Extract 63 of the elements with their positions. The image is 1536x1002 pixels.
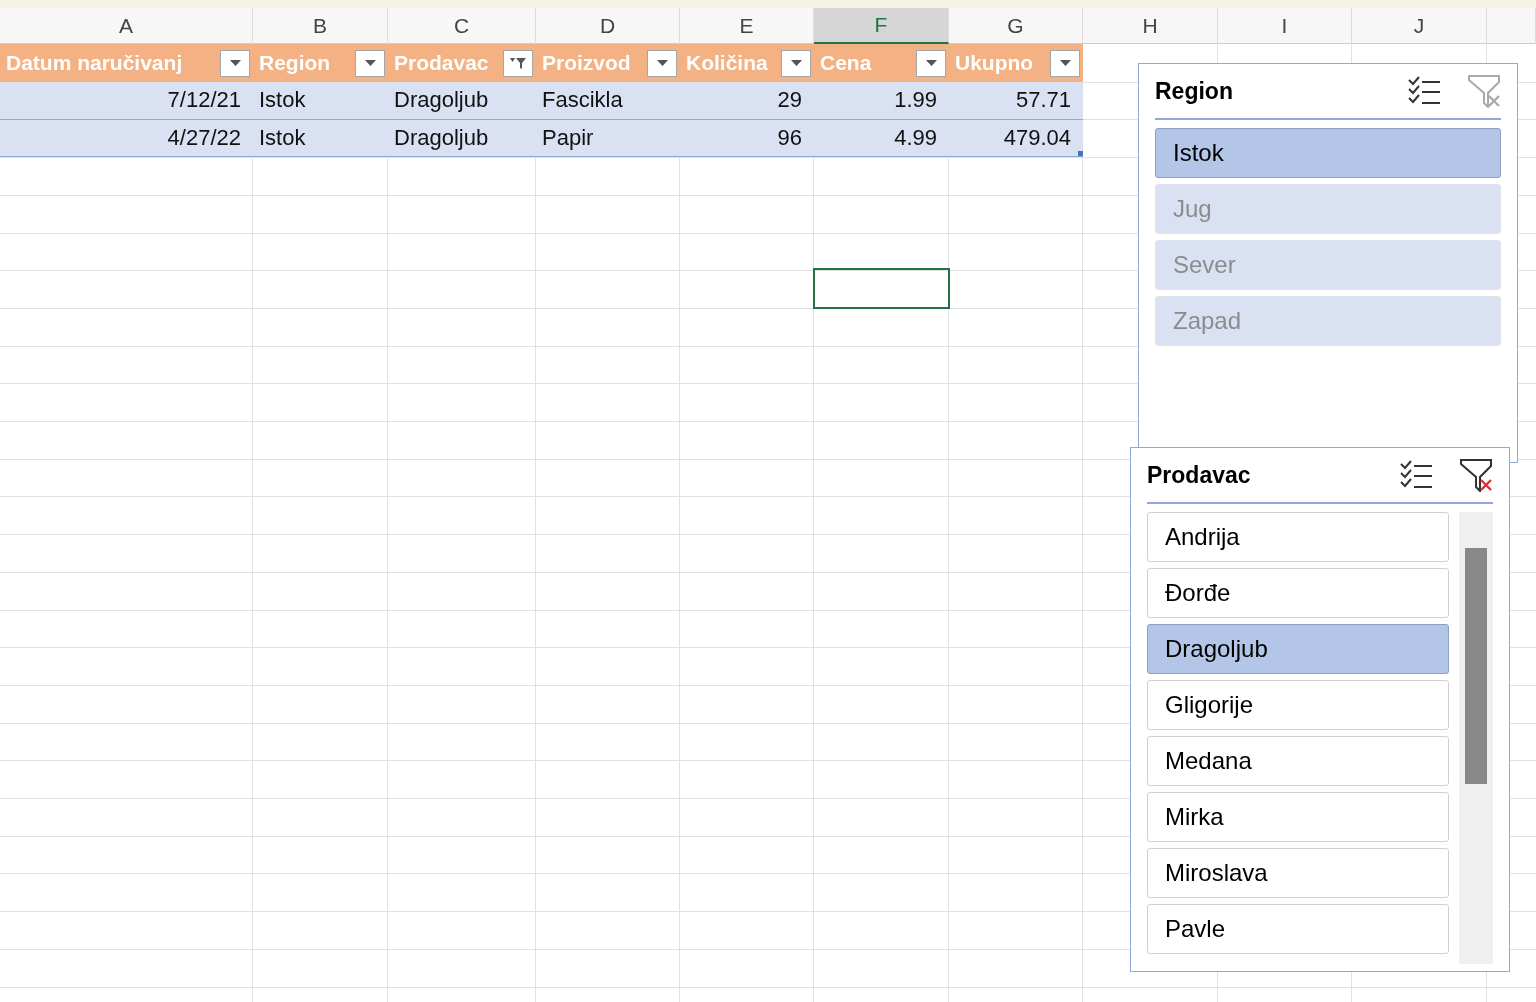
clear-filter-icon[interactable]	[1459, 458, 1493, 492]
slicer-item[interactable]: Medana	[1147, 736, 1449, 786]
filter-dropdown-button[interactable]	[503, 49, 533, 77]
filter-dropdown-button[interactable]	[220, 49, 250, 77]
table-header-cell: Region	[253, 44, 388, 82]
multi-select-icon[interactable]	[1399, 460, 1433, 490]
caret-icon	[229, 60, 241, 66]
slicer-item[interactable]: Pavle	[1147, 904, 1449, 954]
table-cell: 4.99	[894, 125, 937, 152]
slicer-item[interactable]: Miroslava	[1147, 848, 1449, 898]
filter-dropdown-button[interactable]	[781, 49, 811, 77]
caret-icon	[656, 60, 668, 66]
caret-icon	[790, 60, 802, 66]
table-cell: 4/27/22	[167, 125, 241, 152]
table-cell: 7/12/21	[167, 87, 241, 114]
table-cell: Dragoljub	[394, 125, 489, 152]
scrollbar-thumb[interactable]	[1465, 548, 1487, 784]
caret-icon	[925, 60, 937, 66]
resize-handle-icon[interactable]	[1078, 151, 1083, 157]
table-cell: Istok	[259, 125, 306, 152]
column-header[interactable]: B	[253, 8, 388, 44]
table-cell: 29	[777, 87, 802, 114]
slicer-item[interactable]: Gligorije	[1147, 680, 1449, 730]
slicer-item[interactable]: Dragoljub	[1147, 624, 1449, 674]
filter-icon	[509, 56, 527, 70]
table-cell: 96	[777, 125, 802, 152]
column-header[interactable]: G	[949, 8, 1083, 44]
filter-dropdown-button[interactable]	[1050, 49, 1080, 77]
column-header[interactable]: E	[680, 8, 814, 44]
table-cell: 57.71	[1015, 87, 1071, 114]
slicer-title: Prodavac	[1147, 461, 1252, 489]
table-header-cell: Količina	[680, 44, 814, 82]
filter-dropdown-button[interactable]	[647, 49, 677, 77]
table-header-cell: Datum naručivanj	[0, 44, 253, 82]
slicer-item[interactable]: Mirka	[1147, 792, 1449, 842]
table-header-cell: Prodavac	[388, 44, 536, 82]
multi-select-icon[interactable]	[1407, 76, 1441, 106]
column-header[interactable]: F	[814, 8, 949, 44]
active-cell[interactable]	[813, 268, 950, 309]
table-cell: Dragoljub	[394, 87, 489, 114]
table-header-cell: Proizvod	[536, 44, 680, 82]
caret-icon	[364, 60, 376, 66]
column-header[interactable]: D	[536, 8, 680, 44]
scrollbar[interactable]	[1459, 512, 1493, 964]
table-header-cell: Ukupno	[949, 44, 1083, 82]
column-header[interactable]: A	[0, 8, 253, 44]
table-cell: 1.99	[894, 87, 937, 114]
slicer-item[interactable]: Istok	[1155, 128, 1501, 178]
column-header[interactable]: C	[388, 8, 536, 44]
slicer-item[interactable]: Andrija	[1147, 512, 1449, 562]
column-header[interactable]: H	[1083, 8, 1218, 44]
slicer-title: Region	[1155, 77, 1234, 105]
column-header[interactable]: I	[1218, 8, 1352, 44]
table-cell: Fascikla	[542, 87, 623, 114]
caret-icon	[1059, 60, 1071, 66]
filter-dropdown-button[interactable]	[355, 49, 385, 77]
slicer-item[interactable]: Đorđe	[1147, 568, 1449, 618]
filter-dropdown-button[interactable]	[916, 49, 946, 77]
column-header[interactable]: J	[1352, 8, 1487, 44]
table-cell: Papir	[542, 125, 594, 152]
table-cell: Istok	[259, 87, 306, 114]
table-header-cell: Cena	[814, 44, 949, 82]
table-cell: 479.04	[1003, 125, 1071, 152]
